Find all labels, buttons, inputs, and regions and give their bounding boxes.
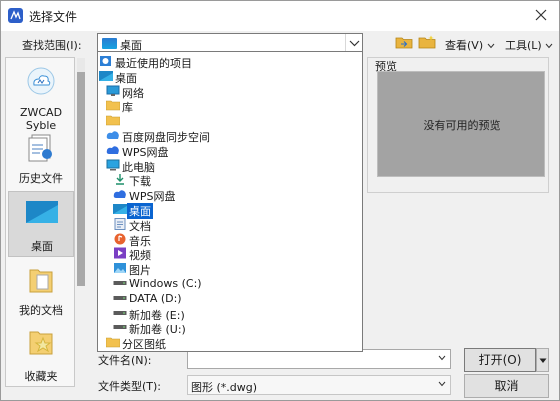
download-icon bbox=[113, 173, 126, 186]
close-icon[interactable] bbox=[533, 7, 549, 23]
favorites-icon bbox=[29, 331, 53, 355]
folder-icon bbox=[105, 336, 121, 348]
scrollbar-thumb[interactable] bbox=[77, 72, 85, 286]
file-list-scrollbar[interactable] bbox=[77, 58, 85, 286]
history-icon bbox=[28, 134, 52, 162]
dropdown-item[interactable]: 此电脑 bbox=[98, 158, 362, 174]
dropdown-item[interactable]: 最近使用的项目 bbox=[98, 54, 362, 70]
dropdown-item[interactable]: 下载 bbox=[98, 172, 362, 188]
dropdown-item[interactable]: 视频 bbox=[98, 246, 362, 262]
title-bar: 选择文件 bbox=[1, 1, 559, 31]
tools-menu-label: 工具(L) bbox=[505, 39, 542, 52]
open-button[interactable]: 打开(O) bbox=[464, 348, 536, 372]
video-icon bbox=[113, 247, 126, 259]
dropdown-item[interactable]: 分区图纸 bbox=[98, 335, 362, 352]
dropdown-item[interactable]: Windows (C:) bbox=[98, 276, 362, 291]
music-icon bbox=[113, 233, 126, 245]
select-file-dialog: 选择文件 查找范围(I): 桌面 查看(V) 工具(L) ZWCAD Syble… bbox=[0, 0, 560, 401]
file-type-combobox[interactable]: 图形 (*.dwg) bbox=[187, 375, 451, 395]
drive-icon bbox=[113, 307, 127, 319]
folder-icon bbox=[105, 114, 121, 126]
place-label: 桌面 bbox=[31, 240, 53, 253]
place-zwcad[interactable]: ZWCAD Syble bbox=[8, 62, 74, 132]
pictures-icon bbox=[113, 262, 126, 274]
dropdown-item[interactable]: 网络 bbox=[98, 84, 362, 100]
library-icon bbox=[105, 99, 121, 111]
preview-empty-text: 没有可用的预览 bbox=[423, 119, 501, 132]
zwcad-cloud-icon bbox=[27, 67, 55, 95]
dropdown-item[interactable]: 新加卷 (E:) bbox=[98, 306, 362, 322]
place-label: ZWCAD Syble bbox=[19, 106, 63, 132]
cancel-button[interactable]: 取消 bbox=[464, 374, 549, 398]
file-type-value: 图形 (*.dwg) bbox=[191, 381, 258, 394]
dropdown-item[interactable]: 百度网盘同步空间 bbox=[98, 128, 362, 144]
view-menu-label: 查看(V) bbox=[445, 39, 484, 52]
dropdown-item[interactable]: WPS网盘 bbox=[98, 143, 362, 159]
look-in-dropdown: 最近使用的项目 桌面 网络库百度网盘同步空间 WPS网盘 此电脑 下载 WPS网盘 桌面 文档音… bbox=[97, 51, 363, 352]
desktop-icon bbox=[99, 70, 113, 82]
place-label: 历史文件 bbox=[19, 172, 63, 185]
wps-cloud-icon bbox=[106, 144, 119, 156]
desktop-icon bbox=[26, 201, 58, 223]
place-label: 收藏夹 bbox=[24, 370, 58, 383]
drive-icon bbox=[113, 277, 127, 289]
recent-icon bbox=[99, 55, 112, 67]
caret-down-icon bbox=[539, 358, 546, 363]
dropdown-item[interactable]: 库 bbox=[98, 98, 362, 114]
chevron-down-icon bbox=[545, 43, 553, 49]
place-label: 我的文档 bbox=[19, 304, 63, 317]
look-in-label: 查找范围(I): bbox=[22, 39, 82, 52]
place-desktop[interactable]: 桌面 bbox=[8, 191, 74, 257]
chevron-down-icon[interactable] bbox=[438, 381, 446, 387]
dropdown-item[interactable]: DATA (D:) bbox=[98, 291, 362, 306]
network-icon bbox=[106, 85, 120, 97]
desktop-icon bbox=[102, 38, 117, 49]
drive-icon bbox=[113, 321, 127, 333]
dropdown-item[interactable]: 桌面 bbox=[98, 202, 362, 219]
dropdown-item[interactable]: WPS网盘 bbox=[98, 187, 362, 203]
app-logo-icon bbox=[8, 8, 23, 23]
place-favorites[interactable]: 收藏夹 bbox=[8, 324, 74, 384]
dropdown-item[interactable]: 新加卷 (U:) bbox=[98, 320, 362, 336]
look-in-combobox[interactable]: 桌面 bbox=[97, 33, 363, 53]
file-name-label: 文件名(N): bbox=[98, 354, 152, 367]
wps-cloud-icon bbox=[113, 188, 126, 200]
place-documents[interactable]: 我的文档 bbox=[8, 262, 74, 320]
file-name-field[interactable] bbox=[187, 349, 451, 369]
new-folder-icon[interactable] bbox=[418, 35, 436, 49]
computer-icon bbox=[106, 159, 120, 171]
chevron-down-icon[interactable] bbox=[438, 355, 446, 361]
place-history[interactable]: 历史文件 bbox=[8, 130, 74, 188]
desktop-icon bbox=[113, 203, 127, 215]
chevron-down-icon bbox=[487, 43, 494, 49]
dropdown-item-label: Windows (C:) bbox=[129, 277, 202, 290]
back-folder-icon[interactable] bbox=[395, 35, 413, 49]
chevron-down-icon[interactable] bbox=[345, 34, 362, 52]
file-type-label: 文件类型(T): bbox=[98, 380, 162, 393]
tools-menu-button[interactable]: 工具(L) bbox=[505, 37, 553, 53]
drive-icon bbox=[113, 292, 127, 304]
places-sidebar: ZWCAD Syble 历史文件 桌面 我的文档 收藏夹 bbox=[5, 57, 75, 387]
view-menu-button[interactable]: 查看(V) bbox=[445, 37, 495, 53]
dropdown-item[interactable]: 音乐 bbox=[98, 232, 362, 248]
open-options-button[interactable] bbox=[536, 348, 549, 372]
dropdown-item[interactable]: 图片 bbox=[98, 261, 362, 277]
dropdown-item[interactable]: 桌面 bbox=[98, 69, 362, 85]
documents-icon bbox=[29, 269, 53, 293]
dropdown-item-label: 分区图纸 bbox=[122, 338, 166, 352]
dropdown-item-label: DATA (D:) bbox=[129, 291, 182, 305]
dropdown-item[interactable]: 文档 bbox=[98, 217, 362, 233]
window-title: 选择文件 bbox=[29, 10, 78, 24]
preview-area: 没有可用的预览 bbox=[377, 71, 545, 177]
baidu-cloud-icon bbox=[106, 129, 119, 141]
dropdown-item[interactable] bbox=[98, 113, 362, 128]
document-icon bbox=[113, 217, 126, 230]
